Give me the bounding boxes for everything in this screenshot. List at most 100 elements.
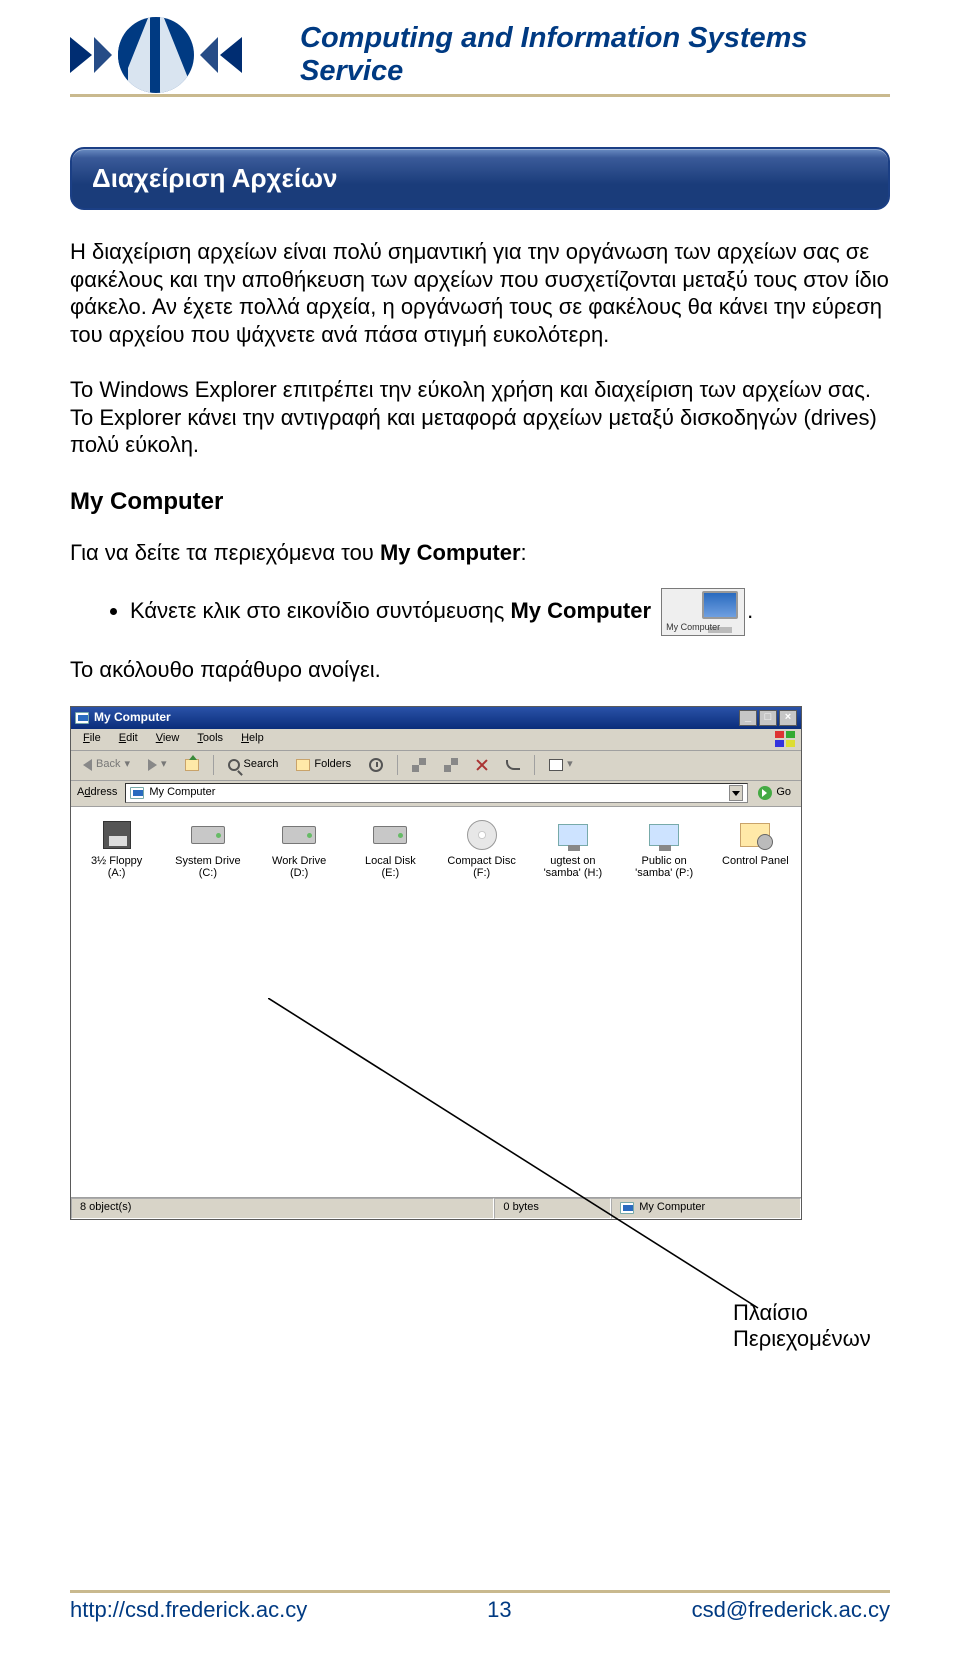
intro-bold: My Computer	[380, 540, 521, 565]
drive-item[interactable]: Compact Disc (F:)	[446, 819, 517, 879]
up-button[interactable]	[179, 757, 205, 773]
copyto-icon	[444, 758, 458, 772]
drive-item[interactable]: Control Panel	[720, 819, 791, 879]
bullet-pre: Κάνετε κλικ στο εικονίδιο συντόμευσης	[130, 598, 510, 623]
window-toolbar: Back ▾ ▾ Search Folders ▾	[71, 751, 801, 781]
menu-view[interactable]: View	[148, 730, 188, 748]
callout-line2: Περιεχομένων	[733, 1326, 871, 1352]
go-button[interactable]: Go	[754, 786, 795, 800]
net-icon	[649, 824, 679, 846]
drive-label: ugtest on 'samba' (H:)	[537, 855, 608, 879]
page-footer: http://csd.frederick.ac.cy 13 csd@freder…	[70, 1590, 890, 1623]
address-label: Address	[77, 786, 119, 800]
content-pane[interactable]: 3½ Floppy (A:) System Drive (C:) Work Dr…	[71, 807, 801, 1197]
drive-item[interactable]: ugtest on 'samba' (H:)	[537, 819, 608, 879]
menu-help[interactable]: Help	[233, 730, 272, 748]
address-bar: Address My Computer Go	[71, 781, 801, 807]
address-value: My Computer	[149, 786, 215, 800]
back-label: Back	[96, 758, 120, 772]
drive-label: Local Disk (E:)	[355, 855, 426, 879]
window-titlebar[interactable]: My Computer _ □ ×	[71, 707, 801, 729]
intro-post: :	[521, 540, 527, 565]
paragraph-2: Το Windows Explorer επιτρέπει την εύκολη…	[70, 376, 890, 459]
go-label: Go	[776, 786, 791, 800]
site-title: Computing and Information Systems Servic…	[300, 22, 890, 88]
drive-item[interactable]: System Drive (C:)	[172, 819, 243, 879]
drive-item[interactable]: Public on 'samba' (P:)	[629, 819, 700, 879]
bullet-post: .	[747, 598, 753, 623]
window-menubar: File Edit View Tools Help	[71, 729, 801, 751]
search-icon	[228, 759, 240, 771]
paragraph-1: Η διαχείριση αρχείων είναι πολύ σημαντικ…	[70, 238, 890, 348]
drive-label: Work Drive (D:)	[264, 855, 335, 879]
forward-icon	[148, 759, 157, 771]
drive-item[interactable]: Local Disk (E:)	[355, 819, 426, 879]
status-mid: 0 bytes	[494, 1198, 611, 1219]
maximize-button[interactable]: □	[759, 710, 777, 726]
views-icon	[549, 759, 563, 771]
status-bar: 8 object(s) 0 bytes My Computer	[71, 1197, 801, 1219]
drive-item[interactable]: 3½ Floppy (A:)	[81, 819, 152, 879]
back-button[interactable]: Back ▾	[77, 756, 136, 774]
address-field[interactable]: My Computer	[125, 783, 748, 803]
drive-label: System Drive (C:)	[172, 855, 243, 879]
status-right: My Computer	[611, 1198, 801, 1219]
shortcut-caption: My Computer	[666, 622, 720, 633]
bullet-bold: My Computer	[510, 598, 651, 623]
section-title: Διαχείριση Αρχείων	[92, 163, 868, 194]
moveto-button[interactable]	[406, 756, 432, 774]
status-left: 8 object(s)	[71, 1198, 494, 1219]
callout-line1: Πλαίσιο	[733, 1300, 871, 1326]
folders-label: Folders	[314, 758, 351, 772]
undo-icon	[506, 760, 520, 770]
menu-file[interactable]: File	[75, 730, 109, 748]
mycomputer-intro: Για να δείτε τα περιεχόμενα του My Compu…	[70, 539, 890, 567]
drive-label: 3½ Floppy (A:)	[81, 855, 152, 879]
close-button[interactable]: ×	[779, 710, 797, 726]
section-title-box: Διαχείριση Αρχείων	[70, 147, 890, 210]
net-icon	[558, 824, 588, 846]
address-icon	[130, 787, 144, 799]
footer-right: csd@frederick.ac.cy	[692, 1597, 890, 1623]
drive-label: Compact Disc (F:)	[446, 855, 517, 879]
search-button[interactable]: Search	[222, 756, 285, 774]
bullet-click-shortcut: Κάνετε κλικ στο εικονίδιο συντόμευσης My…	[130, 588, 890, 636]
logo	[70, 17, 300, 93]
mycomputer-window: My Computer _ □ × File Edit View Tools H…	[70, 706, 802, 1220]
menu-tools[interactable]: Tools	[189, 730, 231, 748]
hdd-icon	[282, 826, 316, 844]
search-label: Search	[244, 758, 279, 772]
footer-page-number: 13	[487, 1597, 511, 1623]
status-right-text: My Computer	[639, 1201, 705, 1215]
forward-button[interactable]: ▾	[142, 756, 173, 774]
intro-pre: Για να δείτε τα περιεχόμενα του	[70, 540, 380, 565]
undo-button[interactable]	[500, 758, 526, 772]
hdd-icon	[191, 826, 225, 844]
copyto-button[interactable]	[438, 756, 464, 774]
drive-item[interactable]: Work Drive (D:)	[264, 819, 335, 879]
menu-edit[interactable]: Edit	[111, 730, 146, 748]
folders-icon	[296, 759, 310, 771]
hdd-icon	[373, 826, 407, 844]
cd-icon	[467, 820, 497, 850]
titlebar-icon	[75, 712, 89, 724]
mycomputer-shortcut-icon: My Computer	[661, 588, 745, 636]
floppy-icon	[103, 821, 131, 849]
folders-button[interactable]: Folders	[290, 756, 357, 774]
minimize-button[interactable]: _	[739, 710, 757, 726]
status-icon	[620, 1202, 634, 1214]
window-title: My Computer	[94, 710, 171, 725]
views-button[interactable]: ▾	[543, 756, 579, 774]
delete-icon	[476, 759, 488, 771]
header-rule	[70, 94, 890, 97]
history-button[interactable]	[363, 756, 389, 774]
callout-label: Πλαίσιο Περιεχομένων	[733, 1300, 871, 1353]
drive-label: Public on 'samba' (P:)	[629, 855, 700, 879]
page-header: Computing and Information Systems Servic…	[70, 0, 890, 100]
followup-line: Το ακόλουθο παράθυρο ανοίγει.	[70, 656, 890, 684]
address-dropdown[interactable]	[729, 785, 743, 801]
mycomputer-heading: My Computer	[70, 487, 890, 517]
cp-icon	[740, 823, 770, 847]
delete-button[interactable]	[470, 757, 494, 773]
moveto-icon	[412, 758, 426, 772]
